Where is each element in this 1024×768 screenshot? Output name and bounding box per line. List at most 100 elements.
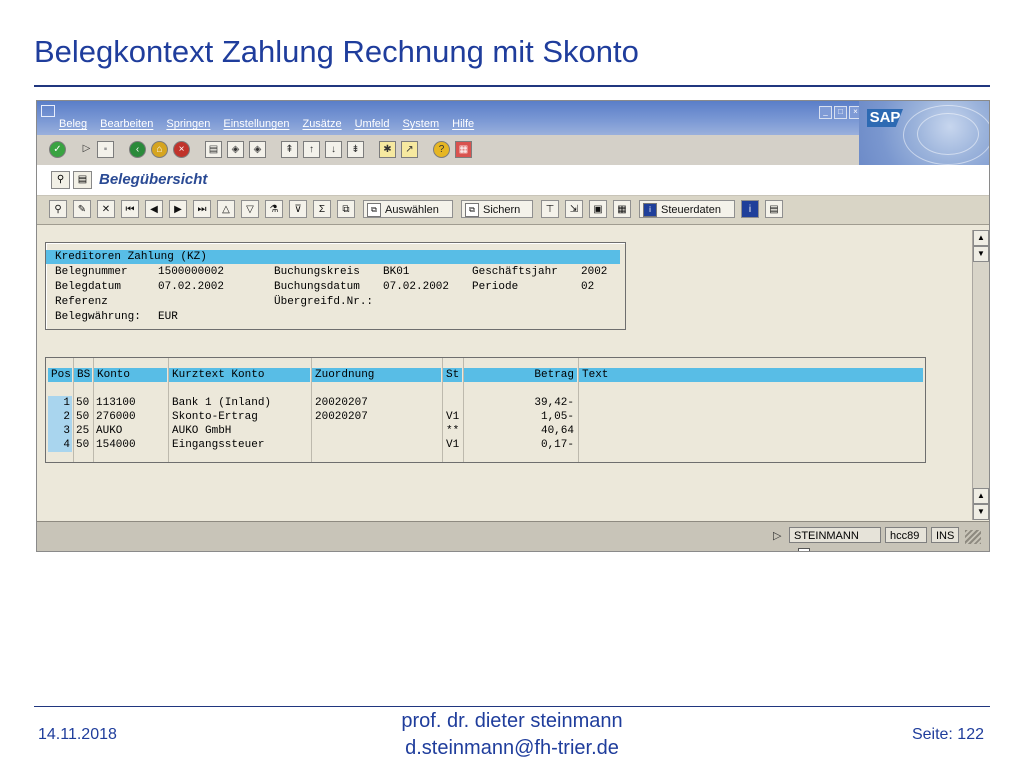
back-icon[interactable]: ‹ (129, 141, 146, 158)
cell-pos[interactable]: 4 (48, 438, 72, 452)
previous-item-icon[interactable]: ◀ (145, 200, 163, 218)
next-page-icon[interactable]: ↓ (325, 141, 342, 158)
display-change-icon[interactable]: ✕ (97, 200, 115, 218)
referenz-label: Referenz (55, 296, 108, 308)
cell-pos[interactable]: 1 (48, 396, 72, 410)
find-in-list-icon[interactable]: ⚗ (265, 200, 283, 218)
layout-menu-icon[interactable]: ▦ (455, 141, 472, 158)
cell-text (581, 438, 923, 452)
status-user-field[interactable]: STEINMANN ▸ (789, 527, 881, 551)
word-processing-icon[interactable]: ▣ (589, 200, 607, 218)
export-icon[interactable]: ⇲ (565, 200, 583, 218)
system-info-icon: ▸ (798, 548, 810, 551)
cell-bs: 25 (76, 425, 90, 437)
last-item-icon[interactable]: ⏭ (193, 200, 211, 218)
belegdatum-label: Belegdatum (55, 281, 122, 293)
menu-einstellungen[interactable]: Einstellungen (223, 118, 289, 130)
cell-pos[interactable]: 3 (48, 424, 72, 438)
document-info-icon[interactable]: ▤ (73, 171, 92, 189)
scroll-down-icon[interactable]: ▼ (973, 504, 989, 520)
buchungsdatum-label: Buchungsdatum (274, 281, 360, 293)
change-icon[interactable]: ✎ (73, 200, 91, 218)
footer-author: prof. dr. dieter steinmann d.steinmann@f… (0, 708, 1024, 762)
cell-pos[interactable]: 2 (48, 410, 72, 424)
belegnummer-value: 1500000002 (158, 266, 225, 278)
standard-toolbar: ✓ ▷ ▪ ‹ ⌂ × ▤ ◈ ◈ ⇞ ↑ ↓ ⇟ ✱ ↗ ? ▦ (37, 135, 859, 166)
last-page-icon[interactable]: ⇟ (347, 141, 364, 158)
command-field-arrow-icon[interactable]: ▷ (79, 141, 94, 156)
slide-title: Belegkontext Zahlung Rechnung mit Skonto (34, 34, 639, 69)
minimize-icon[interactable]: _ (819, 106, 832, 119)
find-next-icon[interactable]: ◈ (249, 141, 266, 158)
filter-icon[interactable]: ⊽ (289, 200, 307, 218)
first-item-icon[interactable]: ⏮ (121, 200, 139, 218)
steuerdaten-button[interactable]: i Steuerdaten (639, 200, 735, 218)
menu-zusaetze[interactable]: Zusätze (302, 118, 341, 130)
sort-ascending-icon[interactable]: △ (217, 200, 235, 218)
column-header-zuordnung[interactable]: Zuordnung (312, 368, 441, 382)
table-row[interactable]: 2 50 276000 Skonto-Ertrag 20020207 V1 1,… (46, 410, 925, 424)
cell-zuordnung (315, 438, 441, 452)
scroll-up-icon[interactable]: ▲ (973, 488, 989, 504)
column-header-text[interactable]: Text (579, 368, 923, 382)
previous-page-icon[interactable]: ↑ (303, 141, 320, 158)
application-toolbar: ⚲ ✎ ✕ ⏮ ◀ ▶ ⏭ △ ▽ ⚗ ⊽ Σ ⧉ ⧉ Auswählen ⧉ Si… (37, 196, 989, 225)
document-display-icon[interactable]: ⚲ (51, 171, 70, 189)
table-row[interactable]: 1 50 113100 Bank 1 (Inland) 20020207 39,… (46, 396, 925, 410)
uebergreifd-label: Übergreifd.Nr.: (274, 296, 374, 308)
menu-springen[interactable]: Springen (166, 118, 210, 130)
scroll-down-icon[interactable]: ▼ (973, 246, 989, 262)
window-menu-icon[interactable] (41, 105, 55, 117)
cell-st: ** (446, 425, 460, 437)
table-row[interactable]: 4 50 154000 Eingangssteuer V1 0,17- (46, 438, 925, 452)
menu-beleg[interactable]: Beleg (59, 118, 87, 130)
resize-grip-icon[interactable] (965, 530, 981, 544)
subtotal-icon[interactable]: ⧉ (337, 200, 355, 218)
save-layout-icon: ⧉ (465, 203, 479, 218)
help-icon[interactable]: ? (433, 141, 450, 158)
layout-icon[interactable]: ⊤ (541, 200, 559, 218)
menu-umfeld[interactable]: Umfeld (355, 118, 390, 130)
cell-konto: AUKO (96, 425, 123, 437)
find-icon[interactable]: ◈ (227, 141, 244, 158)
cell-zuordnung: 20020207 (315, 397, 368, 409)
column-header-betrag[interactable]: Betrag (464, 368, 577, 382)
print-icon[interactable]: ▤ (205, 141, 222, 158)
column-header-kurztext[interactable]: Kurztext Konto (169, 368, 310, 382)
column-header-konto[interactable]: Konto (94, 368, 167, 382)
info-icon: i (643, 203, 657, 218)
column-header-pos[interactable]: Pos (48, 368, 72, 382)
enter-icon[interactable]: ✓ (49, 141, 66, 158)
vertical-scrollbar[interactable]: ▲ ▼ ▲ ▼ (972, 230, 989, 520)
scroll-up-icon[interactable]: ▲ (973, 230, 989, 246)
menu-hilfe[interactable]: Hilfe (452, 118, 474, 130)
sum-icon[interactable]: Σ (313, 200, 331, 218)
spreadsheet-icon[interactable]: ▦ (613, 200, 631, 218)
status-mode[interactable]: INS (931, 527, 959, 543)
auswaehlen-button[interactable]: ⧉ Auswählen (363, 200, 453, 218)
new-session-icon[interactable]: ✱ (379, 141, 396, 158)
menu-bearbeiten[interactable]: Bearbeiten (100, 118, 153, 130)
sort-descending-icon[interactable]: ▽ (241, 200, 259, 218)
table-row[interactable]: 3 25 AUKO AUKO GmbH ** 40,64 (46, 424, 925, 438)
column-header-bs[interactable]: BS (74, 368, 92, 382)
cancel-icon[interactable]: × (173, 141, 190, 158)
column-header-st[interactable]: St (443, 368, 462, 382)
next-item-icon[interactable]: ▶ (169, 200, 187, 218)
sichern-label: Sichern (483, 204, 521, 216)
cell-text (581, 424, 923, 438)
belegdatum-value: 07.02.2002 (158, 281, 225, 293)
sichern-button[interactable]: ⧉ Sichern (461, 200, 533, 218)
additional-info-icon[interactable]: i (741, 200, 759, 218)
auswaehlen-label: Auswählen (385, 204, 439, 216)
first-page-icon[interactable]: ⇞ (281, 141, 298, 158)
status-expand-icon[interactable]: ▷ (773, 529, 781, 542)
menu-system[interactable]: System (402, 118, 439, 130)
save-icon[interactable]: ▪ (97, 141, 114, 158)
document-header-icon[interactable]: ▤ (765, 200, 783, 218)
display-icon[interactable]: ⚲ (49, 200, 67, 218)
shortcut-icon[interactable]: ↗ (401, 141, 418, 158)
exit-icon[interactable]: ⌂ (151, 141, 168, 158)
maximize-icon[interactable]: □ (834, 106, 847, 119)
author-name: prof. dr. dieter steinmann (401, 710, 623, 732)
